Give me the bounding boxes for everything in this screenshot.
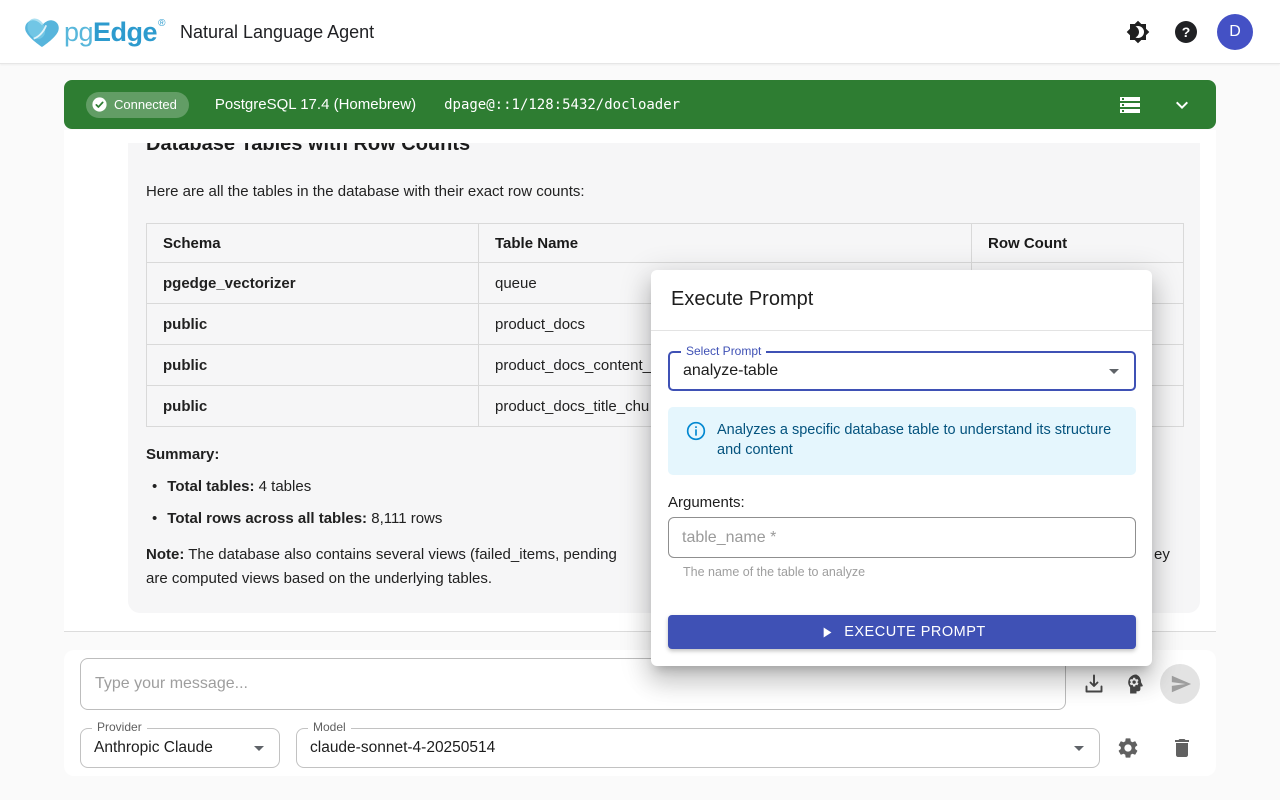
user-avatar[interactable]: D	[1217, 14, 1253, 50]
chat-input-panel: Provider Anthropic Claude Model claude-s…	[64, 650, 1216, 776]
summary-item-value: 8,111 rows	[367, 510, 442, 527]
chevron-down-icon[interactable]	[1170, 93, 1194, 117]
prompt-description-line2: and content	[717, 440, 793, 460]
pgedge-logo-icon	[22, 12, 62, 52]
prompt-select-value: analyze-table	[683, 353, 778, 389]
prompt-description-line1: Analyzes a specific database table to un…	[717, 420, 1111, 440]
brand-registered-mark: ®	[158, 18, 165, 29]
col-header-schema: Schema	[147, 224, 479, 263]
note-line1-text: The database also contains several views…	[184, 546, 616, 563]
summary-item-label: Total tables:	[167, 478, 254, 495]
model-select-value: claude-sonnet-4-20250514	[310, 729, 495, 767]
app-header: pgEdge® Natural Language Agent ? D	[0, 0, 1280, 64]
summary-item-label: Total rows across all tables:	[167, 510, 367, 527]
execute-prompt-button-label: EXECUTE PROMPT	[844, 624, 986, 640]
brand-wordmark: pgEdge®	[64, 0, 165, 64]
table-header-row: Schema Table Name Row Count	[147, 224, 1184, 263]
schema-cell: public	[147, 386, 479, 427]
download-icon[interactable]	[1082, 672, 1106, 696]
table-name-helper-text: The name of the table to analyze	[683, 565, 865, 579]
message-intro: Here are all the tables in the database …	[146, 183, 585, 200]
help-icon[interactable]: ?	[1174, 20, 1198, 44]
summary-title: Summary:	[146, 446, 219, 463]
server-version-label: PostgreSQL 17.4 (Homebrew)	[215, 96, 416, 113]
note-prefix: Note:	[146, 546, 184, 563]
provider-select[interactable]: Provider Anthropic Claude	[80, 728, 280, 768]
connection-string: dpage@::1/128:5432/docloader	[444, 97, 680, 113]
screen: pgEdge® Natural Language Agent ? D Conne…	[0, 0, 1280, 800]
schema-cell: public	[147, 345, 479, 386]
model-select[interactable]: Model claude-sonnet-4-20250514	[296, 728, 1100, 768]
avatar-initial: D	[1229, 23, 1241, 41]
dropdown-arrow-icon	[1102, 359, 1126, 383]
table-name-input[interactable]	[668, 517, 1136, 558]
connection-bar: Connected PostgreSQL 17.4 (Homebrew) dpa…	[64, 80, 1216, 129]
settings-icon[interactable]	[1116, 736, 1140, 760]
bullet: •	[152, 510, 157, 527]
connection-status-label: Connected	[114, 97, 177, 112]
execute-prompt-dialog: Execute Prompt Select Prompt analyze-tab…	[651, 270, 1152, 666]
play-icon	[818, 624, 835, 641]
dropdown-arrow-icon	[247, 736, 271, 760]
summary-item: • Total tables: 4 tables	[152, 478, 311, 495]
send-button[interactable]	[1160, 664, 1200, 704]
dark-mode-toggle-icon[interactable]	[1126, 20, 1150, 44]
prompt-description-alert: Analyzes a specific database table to un…	[668, 407, 1136, 475]
provider-select-value: Anthropic Claude	[94, 729, 213, 767]
dialog-divider	[651, 330, 1152, 331]
check-circle-icon	[91, 96, 108, 113]
page-title: Natural Language Agent	[180, 0, 374, 64]
connection-status-badge: Connected	[86, 92, 189, 118]
note-line1-tail: ey	[1154, 546, 1170, 563]
note-line1: Note: The database also contains several…	[146, 546, 617, 563]
trash-icon[interactable]	[1170, 736, 1194, 760]
brand-pg: pg	[64, 17, 93, 48]
prompt-select[interactable]: Select Prompt analyze-table	[668, 351, 1136, 391]
arguments-label: Arguments:	[668, 494, 745, 511]
dropdown-arrow-icon	[1067, 736, 1091, 760]
psychology-icon[interactable]	[1123, 672, 1147, 696]
schema-cell: public	[147, 304, 479, 345]
bullet: •	[152, 478, 157, 495]
svg-text:?: ?	[1182, 24, 1191, 40]
summary-item-value: 4 tables	[255, 478, 312, 495]
col-header-table-name: Table Name	[479, 224, 972, 263]
schema-cell: pgedge_vectorizer	[147, 263, 479, 304]
execute-prompt-button[interactable]: EXECUTE PROMPT	[668, 615, 1136, 649]
storage-icon[interactable]	[1118, 93, 1142, 117]
summary-item: • Total rows across all tables: 8,111 row…	[152, 510, 442, 527]
message-heading: Database Tables with Row Counts	[146, 143, 470, 156]
send-icon	[1170, 673, 1192, 695]
col-header-row-count: Row Count	[972, 224, 1184, 263]
dialog-title: Execute Prompt	[671, 288, 813, 311]
note-line2: are computed views based on the underlyi…	[146, 570, 492, 587]
brand-edge: Edge	[93, 17, 157, 48]
info-icon	[686, 421, 706, 441]
